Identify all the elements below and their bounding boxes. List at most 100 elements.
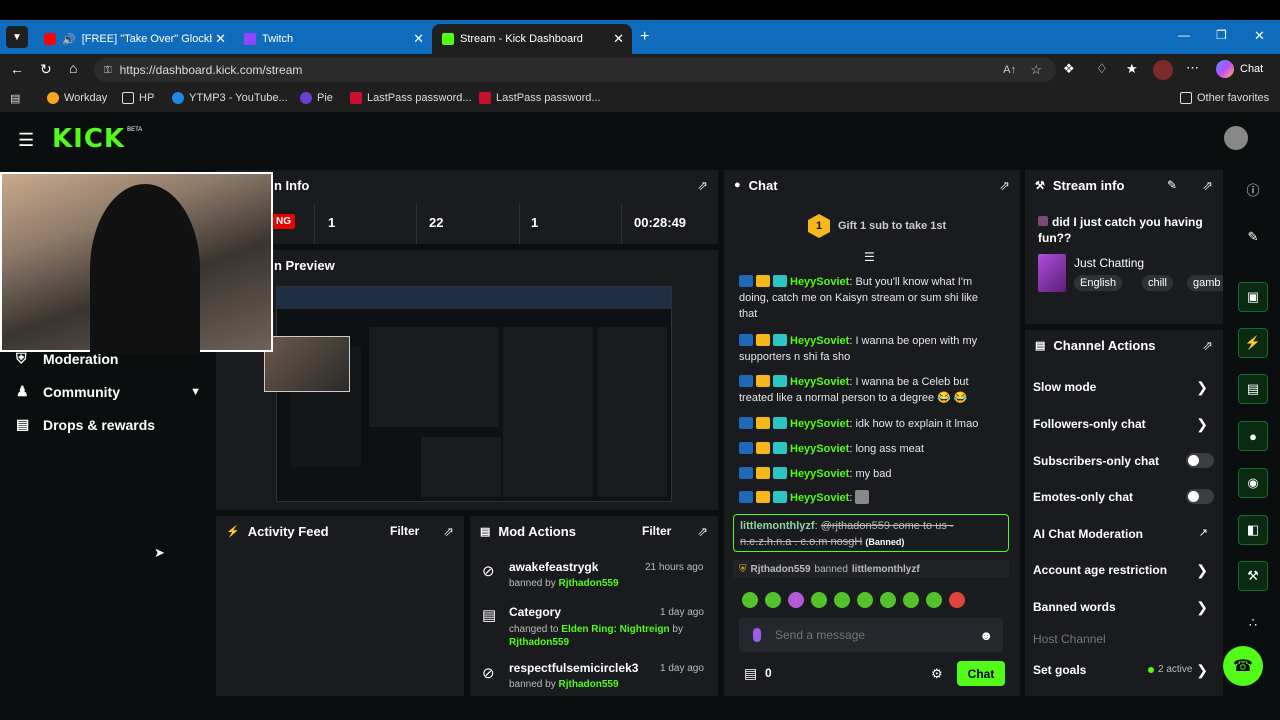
nav-community[interactable]: ♟ Community ▼ bbox=[16, 383, 201, 400]
tab-actions-button[interactable]: ▼ bbox=[6, 26, 28, 48]
more-icon[interactable]: ⋯ bbox=[1186, 60, 1199, 76]
connections-button[interactable]: ∴ bbox=[1238, 608, 1268, 638]
chevron-right-icon[interactable]: ❯ bbox=[1196, 379, 1208, 396]
chat-username[interactable]: HeyySoviet bbox=[790, 418, 849, 430]
expand-icon[interactable]: ⇗ bbox=[697, 524, 708, 540]
emote-icon[interactable] bbox=[788, 592, 804, 608]
emote-icon[interactable] bbox=[903, 592, 919, 608]
activity-filter-button[interactable]: Filter bbox=[390, 524, 419, 538]
copilot-chat-button[interactable]: Chat bbox=[1216, 60, 1263, 78]
bookmark-workday[interactable]: Workday bbox=[47, 92, 107, 104]
menu-icon[interactable]: ☰ bbox=[18, 130, 34, 151]
emote-icon[interactable] bbox=[811, 592, 827, 608]
action-slow-mode[interactable]: Slow mode bbox=[1033, 380, 1096, 394]
tag-english[interactable]: English bbox=[1074, 275, 1123, 291]
mod-action-name[interactable]: Category bbox=[509, 605, 561, 619]
minimize-button[interactable]: — bbox=[1178, 28, 1190, 42]
kick-logo[interactable]: KICK BETA bbox=[52, 124, 142, 154]
chat-rail-button[interactable]: ● bbox=[1238, 421, 1268, 451]
close-icon[interactable]: ✕ bbox=[613, 31, 624, 47]
emotes-only-toggle[interactable] bbox=[1186, 489, 1214, 504]
chat-username[interactable]: HeyySoviet bbox=[790, 276, 849, 288]
home-icon[interactable]: ⌂ bbox=[69, 60, 77, 76]
url-field[interactable]: ⚿ https://dashboard.kick.com/stream A↑ ☆ bbox=[94, 58, 1056, 82]
chat-username[interactable]: HeyySoviet bbox=[790, 492, 849, 504]
emote-icon[interactable] bbox=[765, 592, 781, 608]
info-button[interactable]: ⓘ bbox=[1238, 174, 1268, 204]
back-icon[interactable]: ← bbox=[10, 61, 24, 77]
banned-username[interactable]: littlemonthlyzf bbox=[740, 520, 815, 532]
ban-notice-user[interactable]: littlemonthlyzf bbox=[852, 564, 920, 575]
nav-drops-rewards[interactable]: ▤ Drops & rewards bbox=[16, 416, 155, 433]
mod-action-name[interactable]: respectfulsemicirclek3 bbox=[509, 661, 638, 675]
bookmark-lastpass-2[interactable]: LastPass password... bbox=[479, 92, 601, 104]
expand-icon[interactable]: ⇗ bbox=[697, 178, 708, 194]
emote-icon[interactable] bbox=[949, 592, 965, 608]
tab-kick-dashboard[interactable]: Stream - Kick Dashboard ✕ bbox=[432, 24, 632, 54]
tab-twitch[interactable]: Twitch ✕ bbox=[234, 24, 432, 54]
chevron-right-icon[interactable]: ❯ bbox=[1196, 599, 1208, 616]
category-thumbnail[interactable] bbox=[1038, 254, 1066, 292]
close-icon[interactable]: ✕ bbox=[215, 31, 226, 47]
broadcast-button[interactable]: ◉ bbox=[1238, 468, 1268, 498]
bookmark-pie[interactable]: Pie bbox=[300, 92, 333, 104]
channel-points-icon[interactable]: ▤ bbox=[744, 665, 757, 682]
chat-settings-icon[interactable]: ⚙ bbox=[931, 666, 943, 682]
edit-icon[interactable]: ✎ bbox=[1167, 178, 1177, 192]
ban-notice-by[interactable]: Rjthadon559 bbox=[751, 564, 811, 575]
action-host-channel[interactable]: Host Channel bbox=[1033, 632, 1106, 646]
emoji-icon[interactable]: ☻ bbox=[979, 628, 993, 643]
lightning-button[interactable]: ⚡ bbox=[1238, 328, 1268, 358]
refresh-icon[interactable]: ↻ bbox=[40, 61, 52, 78]
mic-icon[interactable] bbox=[753, 628, 761, 642]
category-name[interactable]: Just Chatting bbox=[1074, 256, 1144, 270]
notes-button[interactable]: ▤ bbox=[1238, 374, 1268, 404]
extensions-icon[interactable]: ❖ bbox=[1063, 61, 1075, 77]
favorites-icon[interactable]: ★ bbox=[1126, 61, 1138, 77]
detail-user[interactable]: Rjthadon559 bbox=[509, 637, 569, 648]
maximize-button[interactable]: ❐ bbox=[1216, 28, 1227, 42]
action-followers-only[interactable]: Followers-only chat bbox=[1033, 417, 1146, 431]
gift-sub-banner[interactable]: 1 Gift 1 sub to take 1st bbox=[808, 214, 946, 238]
chevron-right-icon[interactable]: ❯ bbox=[1196, 416, 1208, 433]
emote-icon[interactable] bbox=[880, 592, 896, 608]
external-link-icon[interactable]: ↗ bbox=[1199, 526, 1208, 539]
subscribers-only-toggle[interactable] bbox=[1186, 453, 1214, 468]
detail-user[interactable]: Rjthadon559 bbox=[559, 679, 619, 690]
message-field[interactable] bbox=[775, 628, 955, 642]
chat-username[interactable]: HeyySoviet bbox=[790, 335, 849, 347]
detail-target[interactable]: Elden Ring: Nightreign bbox=[561, 624, 669, 635]
stream-preview-video[interactable] bbox=[276, 286, 672, 502]
tools-button[interactable]: ⚒ bbox=[1238, 561, 1268, 591]
emote-icon[interactable] bbox=[742, 592, 758, 608]
tag-chill[interactable]: chill bbox=[1142, 275, 1173, 291]
mod-action-name[interactable]: awakefeastrygk bbox=[509, 560, 598, 574]
emote-icon[interactable] bbox=[926, 592, 942, 608]
action-account-age[interactable]: Account age restriction bbox=[1033, 563, 1167, 577]
mod-filter-button[interactable]: Filter bbox=[642, 524, 671, 538]
expand-icon[interactable]: ⇗ bbox=[999, 178, 1010, 194]
bookmark-ytmp3[interactable]: YTMP3 - YouTube... bbox=[172, 92, 288, 104]
camera-button[interactable]: ▣ bbox=[1238, 282, 1268, 312]
chat-username[interactable]: HeyySoviet bbox=[790, 468, 849, 480]
tab-icon[interactable]: ▤ bbox=[10, 92, 20, 105]
chat-input[interactable]: ☻ bbox=[739, 618, 1003, 652]
favorite-star-icon[interactable]: ☆ bbox=[1030, 62, 1042, 78]
new-tab-button[interactable]: + bbox=[640, 28, 649, 46]
bookmark-hp[interactable]: HP bbox=[122, 92, 154, 104]
send-chat-button[interactable]: Chat bbox=[957, 661, 1005, 686]
close-icon[interactable]: ✕ bbox=[413, 31, 424, 47]
bookmark-lastpass-1[interactable]: LastPass password... bbox=[350, 92, 472, 104]
action-set-goals[interactable]: Set goals bbox=[1033, 663, 1086, 677]
emote-icon[interactable] bbox=[834, 592, 850, 608]
action-ai-moderation[interactable]: AI Chat Moderation bbox=[1033, 527, 1143, 541]
edit-button[interactable]: ✎ bbox=[1238, 222, 1268, 252]
window-close-button[interactable]: ✕ bbox=[1254, 28, 1265, 44]
emote-icon[interactable] bbox=[857, 592, 873, 608]
tracking-icon[interactable]: ♢ bbox=[1096, 61, 1108, 77]
support-button[interactable]: ☎ bbox=[1223, 646, 1263, 686]
detail-user[interactable]: Rjthadon559 bbox=[559, 578, 619, 589]
expand-icon[interactable]: ⇗ bbox=[1202, 178, 1213, 194]
read-aloud-icon[interactable]: A↑ bbox=[1003, 64, 1016, 76]
tag-gamb[interactable]: gamb bbox=[1187, 275, 1223, 291]
